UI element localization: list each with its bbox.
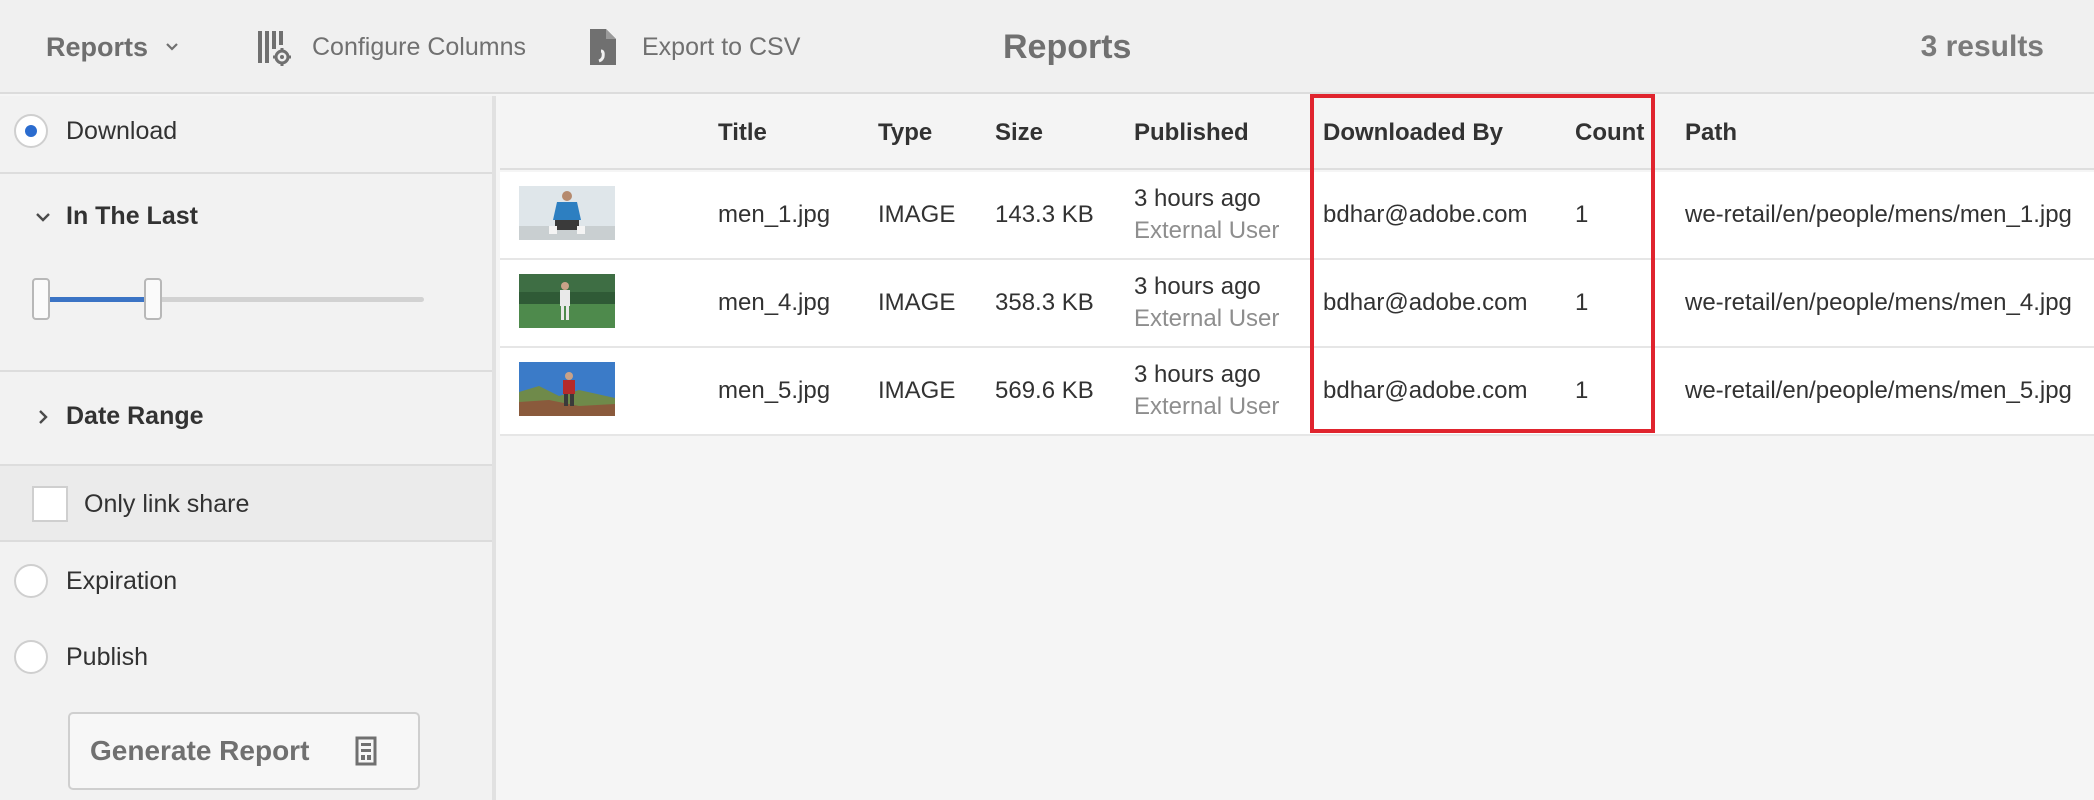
only-link-share-option[interactable]: Only link share [32, 486, 249, 522]
results-count: 3 results [1920, 30, 2044, 63]
chevron-down-icon [166, 43, 178, 51]
expiration-radio[interactable] [14, 564, 48, 598]
in-the-last-range-slider[interactable] [32, 278, 424, 320]
cell-downloaded-by: bdhar@adobe.com [1323, 201, 1528, 228]
publish-label: Publish [66, 642, 148, 671]
reports-menu-label: Reports [46, 31, 149, 62]
cell-type: IMAGE [878, 289, 956, 316]
expiration-label: Expiration [66, 566, 178, 595]
divider [0, 172, 492, 174]
publish-report-option[interactable]: Publish [14, 640, 148, 674]
download-label: Download [66, 116, 178, 145]
cell-type: IMAGE [878, 201, 956, 228]
publish-radio[interactable] [14, 640, 48, 674]
generate-report-button[interactable]: Generate Report [68, 712, 420, 790]
in-the-last-toggle[interactable]: In The Last [34, 202, 198, 231]
column-header-count[interactable]: Count [1575, 96, 1644, 170]
export-csv-button[interactable]: Export to CSV [586, 0, 800, 94]
column-header-size[interactable]: Size [995, 96, 1043, 170]
cell-published: 3 hours ago External User [1134, 172, 1279, 258]
report-filter-rail: Download In The Last Date Range Only lin… [0, 96, 496, 800]
date-range-toggle[interactable]: Date Range [34, 402, 204, 431]
cell-size: 143.3 KB [995, 201, 1094, 228]
cell-type: IMAGE [878, 377, 956, 404]
cell-title: men_1.jpg [718, 201, 831, 228]
cell-title: men_5.jpg [718, 377, 831, 404]
expiration-report-option[interactable]: Expiration [14, 564, 177, 598]
slider-handle-end[interactable] [144, 278, 162, 320]
asset-thumbnail [519, 186, 615, 240]
cell-published: 3 hours ago External User [1134, 260, 1279, 346]
divider [0, 464, 492, 466]
cell-downloaded-by: bdhar@adobe.com [1323, 377, 1528, 404]
slider-handle-start[interactable] [32, 278, 50, 320]
column-header-type[interactable]: Type [878, 96, 932, 170]
export-label: Export to CSV [642, 32, 801, 61]
cell-published: 3 hours ago External User [1134, 348, 1279, 434]
cell-size: 358.3 KB [995, 289, 1094, 316]
slider-fill [42, 297, 144, 302]
column-header-downloaded-by[interactable]: Downloaded By [1323, 96, 1503, 170]
only-link-share-label: Only link share [84, 489, 250, 518]
cell-count: 1 [1575, 201, 1589, 228]
report-icon [355, 736, 377, 766]
asset-thumbnail [519, 362, 615, 416]
published-time: 3 hours ago [1134, 361, 1261, 388]
column-header-path[interactable]: Path [1685, 96, 1737, 170]
action-bar: Reports Configure Columns Export to CSV … [0, 0, 2094, 94]
asset-thumbnail [519, 274, 615, 328]
generate-report-label: Generate Report [90, 735, 310, 766]
page-title: Reports [1003, 27, 1132, 66]
divider [0, 370, 492, 372]
download-report-option[interactable]: Download [14, 114, 177, 148]
column-header-title[interactable]: Title [718, 96, 767, 170]
export-file-icon [590, 29, 616, 65]
table-row[interactable]: men_1.jpg IMAGE 143.3 KB 3 hours ago Ext… [500, 172, 2094, 260]
cell-title: men_4.jpg [718, 289, 831, 316]
cell-count: 1 [1575, 289, 1589, 316]
cell-path: we-retail/en/people/mens/men_1.jpg [1685, 201, 2072, 228]
cell-downloaded-by: bdhar@adobe.com [1323, 289, 1528, 316]
chevron-down-icon [36, 212, 50, 222]
table-header: Title Type Size Published Downloaded By … [500, 96, 2094, 170]
cell-size: 569.6 KB [995, 377, 1094, 404]
configure-columns-button[interactable]: Configure Columns [256, 0, 526, 94]
cell-path: we-retail/en/people/mens/men_4.jpg [1685, 289, 2072, 316]
published-by: External User [1134, 305, 1280, 332]
table-row[interactable]: men_4.jpg IMAGE 358.3 KB 3 hours ago Ext… [500, 260, 2094, 348]
chevron-right-icon [39, 409, 48, 424]
only-link-share-checkbox[interactable] [32, 486, 68, 522]
cell-count: 1 [1575, 377, 1589, 404]
reports-menu-button[interactable]: Reports [46, 0, 180, 94]
configure-columns-label: Configure Columns [312, 32, 526, 61]
cell-path: we-retail/en/people/mens/men_5.jpg [1685, 377, 2072, 404]
published-time: 3 hours ago [1134, 185, 1261, 212]
published-time: 3 hours ago [1134, 273, 1261, 300]
table-row[interactable]: men_5.jpg IMAGE 569.6 KB 3 hours ago Ext… [500, 348, 2094, 436]
in-the-last-label: In The Last [66, 202, 198, 230]
columns-gear-icon [258, 31, 291, 66]
download-radio[interactable] [14, 114, 48, 148]
date-range-label: Date Range [66, 402, 204, 430]
column-header-published[interactable]: Published [1134, 96, 1249, 170]
published-by: External User [1134, 393, 1280, 420]
published-by: External User [1134, 217, 1280, 244]
